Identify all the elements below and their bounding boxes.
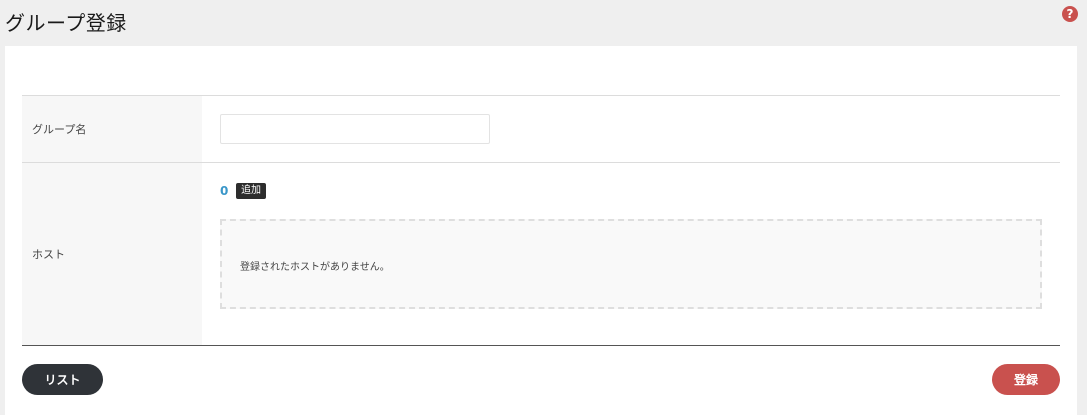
group-name-label: グループ名 — [22, 96, 202, 162]
list-button[interactable]: リスト — [22, 364, 103, 395]
add-host-button[interactable]: 追加 — [236, 183, 266, 199]
host-empty-message: 登録されたホストがありません。 — [240, 262, 390, 273]
host-label: ホスト — [22, 163, 202, 345]
form-table: グループ名 ホスト 0 追加 登録されたホストがありません。 — [22, 95, 1060, 346]
host-row: ホスト 0 追加 登録されたホストがありません。 — [22, 163, 1060, 346]
group-name-input[interactable] — [220, 114, 490, 144]
page-title: グループ登録 — [5, 11, 127, 35]
form-panel: グループ名 ホスト 0 追加 登録されたホストがありません。 — [5, 46, 1077, 415]
register-button[interactable]: 登録 — [992, 364, 1060, 395]
host-cell: 0 追加 登録されたホストがありません。 — [202, 163, 1060, 345]
page-header: グループ登録 ? — [0, 0, 1087, 46]
host-count: 0 — [220, 184, 229, 198]
group-name-cell — [202, 96, 1060, 162]
host-list-box: 登録されたホストがありません。 — [220, 219, 1042, 309]
group-name-row: グループ名 — [22, 96, 1060, 163]
help-icon[interactable]: ? — [1062, 6, 1078, 22]
